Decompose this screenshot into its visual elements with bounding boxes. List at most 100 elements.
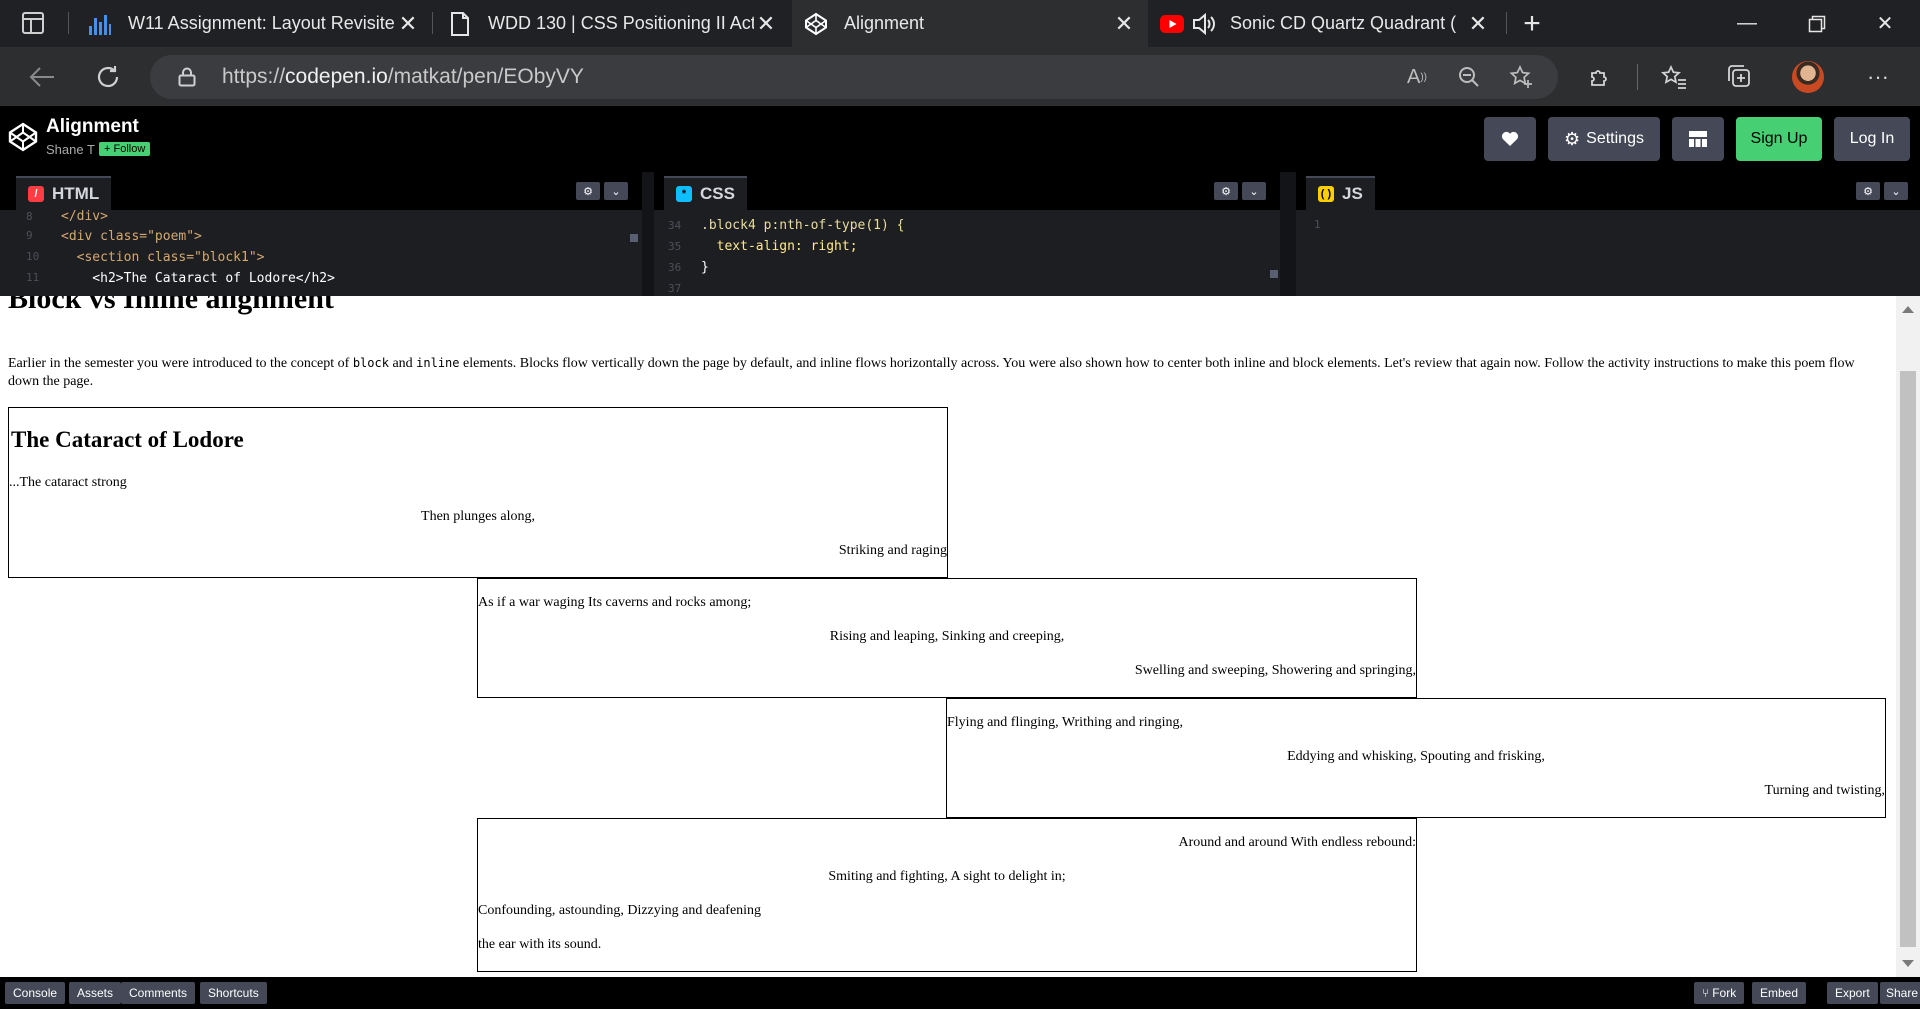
code-line: text-align: right; — [701, 239, 858, 254]
tab-title: Alignment — [844, 13, 925, 33]
scroll-up-arrow-icon[interactable] — [1902, 306, 1914, 313]
tab-w11-assignment[interactable]: W11 Assignment: Layout Revisite ✕ — [88, 0, 420, 47]
html-editor-tab[interactable]: / HTML — [16, 176, 112, 210]
scroll-handle[interactable] — [1270, 270, 1278, 278]
close-icon[interactable]: ✕ — [1112, 11, 1136, 37]
line-number: 35 — [668, 240, 682, 253]
intro-paragraph: Earlier in the semester you were introdu… — [8, 356, 1855, 389]
tab-separator — [432, 12, 433, 34]
poem-line: Smiting and fighting, A sight to delight… — [828, 869, 1066, 884]
page-heading: Block vs Inline alignment — [8, 296, 334, 315]
pen-author[interactable]: Shane T — [46, 142, 95, 157]
new-tab-button[interactable]: + — [1500, 0, 1564, 47]
settings-button[interactable]: ⚙ Settings — [1548, 117, 1660, 161]
css-code[interactable]: 34 35 36 37 .block4 p:nth-of-type(1) { t… — [654, 210, 1280, 296]
collections-icon[interactable] — [1726, 63, 1754, 91]
code-line: <h2>The Cataract of Lodore</h2> — [61, 271, 335, 286]
editor-settings-icon[interactable]: ⚙ — [1856, 182, 1880, 200]
layout-button[interactable] — [1672, 117, 1724, 161]
chart-bars-icon — [88, 12, 112, 36]
poem-title: The Cataract of Lodore — [11, 427, 244, 452]
heart-button[interactable] — [1484, 117, 1536, 161]
assets-button[interactable]: Assets — [69, 982, 122, 1004]
js-editor[interactable]: ( ) JS ⚙ ⌄ 1 — [1296, 172, 1920, 296]
minimize-button[interactable]: — — [1712, 0, 1782, 47]
zoom-out-icon[interactable] — [1456, 64, 1482, 90]
restore-button[interactable] — [1782, 0, 1852, 47]
follow-button[interactable]: + Follow — [99, 142, 151, 156]
codepen-icon — [804, 12, 828, 36]
chevron-down-icon[interactable]: ⌄ — [604, 182, 628, 200]
editor-settings-icon[interactable]: ⚙ — [1214, 182, 1238, 200]
js-editor-tab[interactable]: ( ) JS — [1306, 176, 1375, 210]
poem-line: ...The cataract strong — [9, 475, 127, 490]
favorites-icon[interactable] — [1660, 63, 1688, 91]
profile-avatar[interactable] — [1792, 61, 1824, 93]
close-icon[interactable]: ✕ — [396, 11, 420, 37]
speaker-icon[interactable] — [1192, 12, 1216, 36]
codepen-logo-icon[interactable] — [8, 122, 38, 152]
tab-separator — [68, 12, 69, 34]
js-code[interactable]: 1 — [1296, 210, 1920, 296]
line-number: 1 — [1314, 218, 1321, 231]
extensions-icon[interactable] — [1586, 63, 1614, 91]
shortcuts-button[interactable]: Shortcuts — [200, 982, 267, 1004]
log-in-button[interactable]: Log In — [1834, 117, 1910, 161]
code-line: </div> — [61, 210, 108, 224]
refresh-button[interactable] — [90, 59, 126, 95]
tab-title: Sonic CD Quartz Quadrant ( — [1230, 13, 1457, 33]
fork-button[interactable]: ⑂ Fork — [1694, 982, 1745, 1004]
line-number: 9 — [26, 229, 33, 242]
editor-settings-icon[interactable]: ⚙ — [576, 182, 600, 200]
toolbar-divider — [1637, 64, 1638, 90]
chevron-down-icon[interactable]: ⌄ — [1242, 182, 1266, 200]
tab-wdd130[interactable]: WDD 130 | CSS Positioning II Act ✕ — [448, 0, 778, 47]
tab-actions-icon[interactable] — [22, 12, 44, 34]
address-bar[interactable]: https://codepen.io/matkat/pen/EObyVY A)) — [150, 55, 1558, 99]
tab-title: WDD 130 | CSS Positioning II Act — [488, 13, 754, 33]
sign-up-button[interactable]: Sign Up — [1736, 117, 1822, 161]
embed-button[interactable]: Embed — [1752, 982, 1807, 1004]
share-button[interactable]: Share — [1880, 982, 1920, 1004]
preview-scrollbar[interactable] — [1896, 296, 1920, 977]
scroll-handle[interactable] — [630, 234, 638, 242]
editor-header — [1296, 172, 1920, 210]
code-line: <div class="poem"> — [61, 229, 202, 244]
console-button[interactable]: Console — [5, 982, 66, 1004]
more-menu-icon[interactable]: ··· — [1864, 63, 1892, 91]
code-line: <section class="block1"> — [61, 250, 265, 265]
poem-block-3: Flying and flinging, Writhing and ringin… — [946, 698, 1886, 818]
comments-button[interactable]: Comments — [121, 982, 196, 1004]
pen-title[interactable]: Alignment — [46, 116, 139, 138]
tab-sonic-cd[interactable]: Sonic CD Quartz Quadrant ( ✕ — [1160, 0, 1490, 47]
export-button[interactable]: Export — [1827, 982, 1878, 1004]
heart-icon — [1501, 131, 1519, 146]
close-icon[interactable]: ✕ — [754, 11, 778, 37]
code-line: .block4 p:nth-of-type(1) { — [701, 218, 905, 233]
html-editor[interactable]: / HTML ⚙ ⌄ 8 9 10 11 </div> <div class="p… — [0, 172, 642, 296]
resize-gutter[interactable] — [1280, 172, 1292, 296]
lock-icon — [178, 67, 196, 87]
fork-icon: ⑂ — [1702, 986, 1710, 1000]
chevron-down-icon[interactable]: ⌄ — [1884, 182, 1908, 200]
css-editor[interactable]: * CSS ⚙ ⌄ 34 35 36 37 .block4 p:nth-of-ty… — [654, 172, 1280, 296]
css-editor-tab[interactable]: * CSS — [664, 176, 747, 210]
codepen-footer: Console Assets Comments Shortcuts ⑂ Fork … — [0, 977, 1920, 1009]
back-button[interactable] — [24, 59, 60, 95]
scrollbar-thumb[interactable] — [1900, 371, 1916, 947]
line-number: 8 — [26, 210, 33, 223]
resize-gutter[interactable] — [642, 172, 654, 296]
add-favorite-icon[interactable] — [1508, 64, 1534, 90]
editor-panels: / HTML ⚙ ⌄ 8 9 10 11 </div> <div class="p… — [0, 172, 1920, 296]
poem-line: As if a war waging Its caverns and rocks… — [478, 595, 752, 610]
read-aloud-icon[interactable]: A)) — [1404, 64, 1430, 90]
url-text[interactable]: https://codepen.io/matkat/pen/EObyVY — [222, 65, 584, 89]
html-code[interactable]: 8 9 10 11 </div> <div class="poem"> <sec… — [0, 210, 642, 296]
codepen-header: Alignment Shane T + Follow ⚙ Settings Sig… — [0, 106, 1920, 172]
scroll-down-arrow-icon[interactable] — [1902, 960, 1914, 967]
js-lang-icon: ( ) — [1318, 186, 1334, 202]
layout-grid-icon — [1689, 131, 1707, 147]
close-icon[interactable]: ✕ — [1466, 11, 1490, 37]
tab-alignment[interactable]: Alignment ✕ — [792, 0, 1148, 47]
close-window-button[interactable]: ✕ — [1850, 0, 1920, 47]
